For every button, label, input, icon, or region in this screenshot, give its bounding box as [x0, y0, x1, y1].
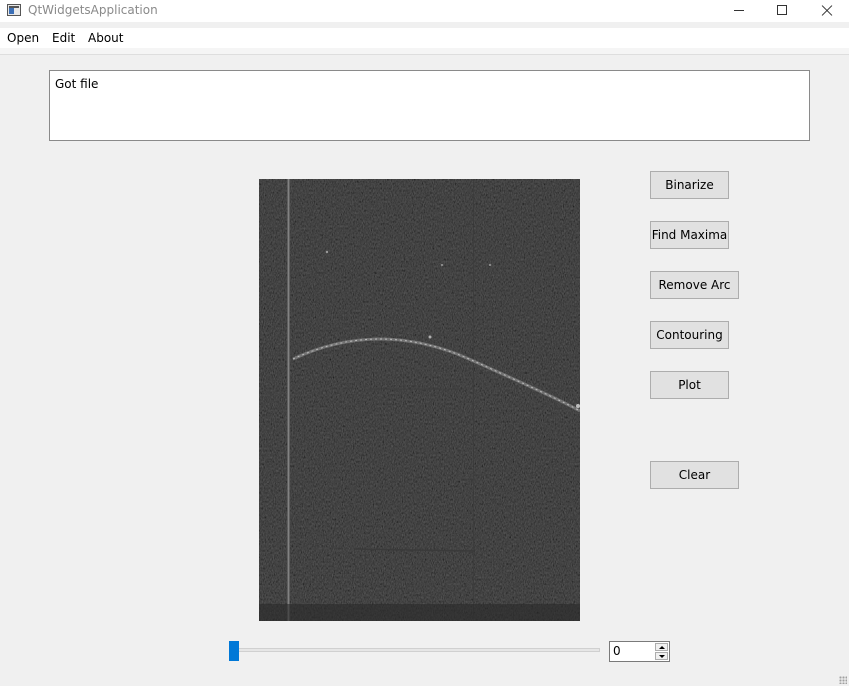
- remove-arc-button[interactable]: Remove Arc: [650, 271, 739, 299]
- window-title: QtWidgetsApplication: [28, 3, 158, 17]
- contouring-button[interactable]: Contouring: [650, 321, 729, 349]
- binarize-button[interactable]: Binarize: [650, 171, 729, 199]
- minimize-icon[interactable]: [716, 0, 762, 22]
- arrow-down-icon[interactable]: [655, 652, 668, 660]
- close-icon[interactable]: [804, 0, 849, 22]
- maximize-icon[interactable]: [760, 0, 806, 22]
- spinbox-value[interactable]: 0: [613, 644, 621, 658]
- log-output[interactable]: Got file: [49, 70, 810, 141]
- menu-edit[interactable]: Edit: [52, 31, 75, 45]
- size-grip[interactable]: [839, 676, 847, 684]
- title-bar: QtWidgetsApplication: [0, 0, 849, 22]
- frame-spinbox[interactable]: 0: [609, 641, 670, 662]
- menu-about[interactable]: About: [88, 31, 123, 45]
- app-window-icon: [7, 4, 21, 16]
- menu-bar: Open Edit About: [0, 28, 849, 48]
- toolbar-strip: [0, 48, 849, 55]
- ultrasound-image: [259, 179, 580, 621]
- find-maxima-button[interactable]: Find Maxima: [650, 221, 729, 249]
- arrow-up-icon[interactable]: [655, 643, 668, 651]
- frame-slider-handle[interactable]: [229, 641, 239, 661]
- plot-button[interactable]: Plot: [650, 371, 729, 399]
- image-view: [259, 179, 580, 621]
- log-text: Got file: [55, 77, 99, 91]
- frame-slider-track[interactable]: [231, 648, 600, 652]
- menu-open[interactable]: Open: [7, 31, 39, 45]
- clear-button[interactable]: Clear: [650, 461, 739, 489]
